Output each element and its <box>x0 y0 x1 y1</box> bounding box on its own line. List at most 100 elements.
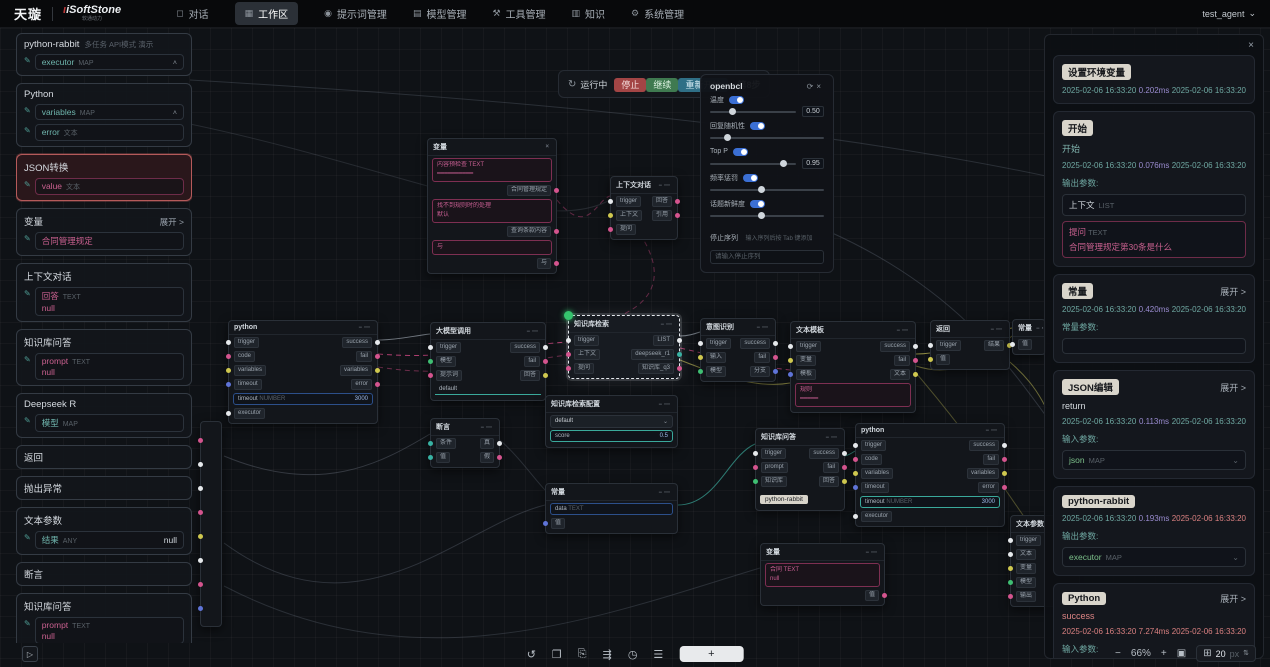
flow-icon[interactable]: ⇶ <box>603 648 612 661</box>
canvas-node[interactable]: 变量×内容预检查 TEXT━━━━━━━━━━合同管理规定找不到规则时的处理默认… <box>427 138 557 274</box>
port-dot[interactable] <box>753 465 758 470</box>
port-dot[interactable] <box>788 344 793 349</box>
port-dot[interactable] <box>788 372 793 377</box>
history-icon[interactable]: ◷ <box>628 648 638 661</box>
slider[interactable] <box>710 137 824 139</box>
canvas-node[interactable]: 断言−⋯条件真值假 <box>430 418 500 468</box>
toggle-switch[interactable] <box>750 200 765 208</box>
field-box[interactable]: promptTEXTnull <box>35 617 184 643</box>
param-box[interactable] <box>1062 338 1246 354</box>
slider[interactable] <box>710 215 824 217</box>
frame-icon[interactable]: ❐ <box>552 648 562 661</box>
slider-thumb[interactable] <box>758 186 765 193</box>
stepper-icon[interactable]: ⇅ <box>1243 650 1249 657</box>
port-dot[interactable] <box>554 229 559 234</box>
port-dot[interactable] <box>1008 566 1013 571</box>
port-dot[interactable] <box>226 340 231 345</box>
more-icon[interactable]: ⋯ <box>991 428 999 434</box>
port-dot[interactable] <box>543 345 548 350</box>
port-dot[interactable] <box>677 366 682 371</box>
canvas-node[interactable]: 意图识别−⋯triggersuccess输入fail模型分支 <box>700 318 776 382</box>
port-dot[interactable] <box>198 462 203 467</box>
param-box[interactable]: jsonMAP⌄ <box>1062 450 1246 470</box>
param-box[interactable]: executorMAP⌄ <box>1062 547 1246 567</box>
port-dot[interactable] <box>842 479 847 484</box>
port-dot[interactable] <box>566 338 571 343</box>
sidebar-card[interactable]: python-rabbit多任务 API模式 演示✎executorMAP˄ <box>16 33 192 76</box>
grid-size-control[interactable]: ⊞ 20 px ⇅ <box>1196 645 1256 662</box>
expand-link[interactable]: 展开 > <box>1220 592 1246 605</box>
menu-item-prompt[interactable]: ◉提示词管理 <box>324 6 387 21</box>
canvas-node[interactable] <box>200 421 222 627</box>
port-dot[interactable] <box>1002 457 1007 462</box>
canvas-node[interactable]: 常量−⋯data TEXT值 <box>545 483 678 534</box>
menu-item-knowledge[interactable]: ▥知识 <box>572 6 606 21</box>
port-dot[interactable] <box>698 369 703 374</box>
more-icon[interactable]: ⋯ <box>871 550 879 556</box>
sidebar-card[interactable]: 上下文对话✎回答TEXTnull <box>16 263 192 322</box>
port-dot[interactable] <box>1002 471 1007 476</box>
port-dot[interactable] <box>928 357 933 362</box>
port-dot[interactable] <box>198 606 203 611</box>
port-dot[interactable] <box>1008 552 1013 557</box>
value-box[interactable]: 与 <box>432 240 552 255</box>
menu-item-workspace[interactable]: ▦工作区 <box>235 2 299 25</box>
slider-thumb[interactable] <box>724 134 731 141</box>
field-box[interactable]: variablesMAP˄ <box>35 104 184 120</box>
port-dot[interactable] <box>554 261 559 266</box>
node-input[interactable]: default <box>435 384 541 395</box>
port-dot[interactable] <box>428 455 433 460</box>
port-dot[interactable] <box>928 343 933 348</box>
chevron-down-icon[interactable]: ⌄ <box>1232 456 1239 465</box>
port-dot[interactable] <box>853 457 858 462</box>
node-input[interactable]: timeout NUMBER3000 <box>233 393 373 405</box>
slider-thumb[interactable] <box>729 108 736 115</box>
sidebar-toggle-button[interactable]: ▷ <box>22 646 38 662</box>
port-dot[interactable] <box>497 455 502 460</box>
field-box[interactable]: promptTEXTnull <box>35 353 184 380</box>
node-select[interactable]: default⌄ <box>550 415 673 428</box>
port-dot[interactable] <box>675 213 680 218</box>
port-dot[interactable] <box>497 441 502 446</box>
port-dot[interactable] <box>677 338 682 343</box>
expand-link[interactable]: 展开 > <box>1220 381 1246 394</box>
field-box[interactable]: 结果ANYnull <box>35 531 184 549</box>
port-dot[interactable] <box>842 465 847 470</box>
add-node-button[interactable]: + <box>679 646 743 662</box>
port-dot[interactable] <box>226 411 231 416</box>
more-icon[interactable]: ⋯ <box>364 325 372 331</box>
port-dot[interactable] <box>608 199 613 204</box>
port-dot[interactable] <box>566 352 571 357</box>
node-input[interactable]: timeout NUMBER3000 <box>860 496 1000 508</box>
port-dot[interactable] <box>753 479 758 484</box>
more-icon[interactable]: ⋯ <box>486 425 494 431</box>
port-dot[interactable] <box>198 534 203 539</box>
menu-item-tools[interactable]: ⚒工具管理 <box>492 6 545 21</box>
expand-link[interactable]: 展开 > <box>1220 285 1246 298</box>
chevron-up-icon[interactable]: ˄ <box>173 60 177 67</box>
port-dot[interactable] <box>1002 443 1007 448</box>
value-box[interactable]: 内容预检查 TEXT━━━━━━━━━━ <box>432 158 552 182</box>
canvas-node[interactable]: 返回−⋯trigger结果值 <box>930 320 1010 370</box>
param-box[interactable]: 上下文LIST <box>1062 194 1246 216</box>
sidebar-card[interactable]: 知识库问答✎promptTEXTnull <box>16 329 192 386</box>
sidebar-card[interactable]: Deepseek R✎模型MAP <box>16 393 192 438</box>
more-icon[interactable]: ⋯ <box>532 329 540 335</box>
port-dot[interactable] <box>375 354 380 359</box>
port-dot[interactable] <box>226 368 231 373</box>
port-dot[interactable] <box>853 514 858 519</box>
port-dot[interactable] <box>375 368 380 373</box>
sidebar-card[interactable]: 变量展开 >✎合同管理规定 <box>16 208 192 256</box>
more-icon[interactable]: ⋯ <box>902 328 910 334</box>
menu-item-system[interactable]: ⚙系统管理 <box>631 6 684 21</box>
close-icon[interactable]: × <box>545 144 551 150</box>
canvas-node[interactable]: 知识库问答−⋯triggersuccesspromptfail知识库回答pyth… <box>755 428 845 511</box>
port-dot[interactable] <box>198 558 203 563</box>
green-action-button[interactable]: 继续 <box>646 78 678 92</box>
port-dot[interactable] <box>788 358 793 363</box>
port-dot[interactable] <box>882 593 887 598</box>
menu-item-chat[interactable]: ◻对话 <box>176 6 208 21</box>
port-dot[interactable] <box>198 438 203 443</box>
port-dot[interactable] <box>753 451 758 456</box>
port-dot[interactable] <box>608 213 613 218</box>
